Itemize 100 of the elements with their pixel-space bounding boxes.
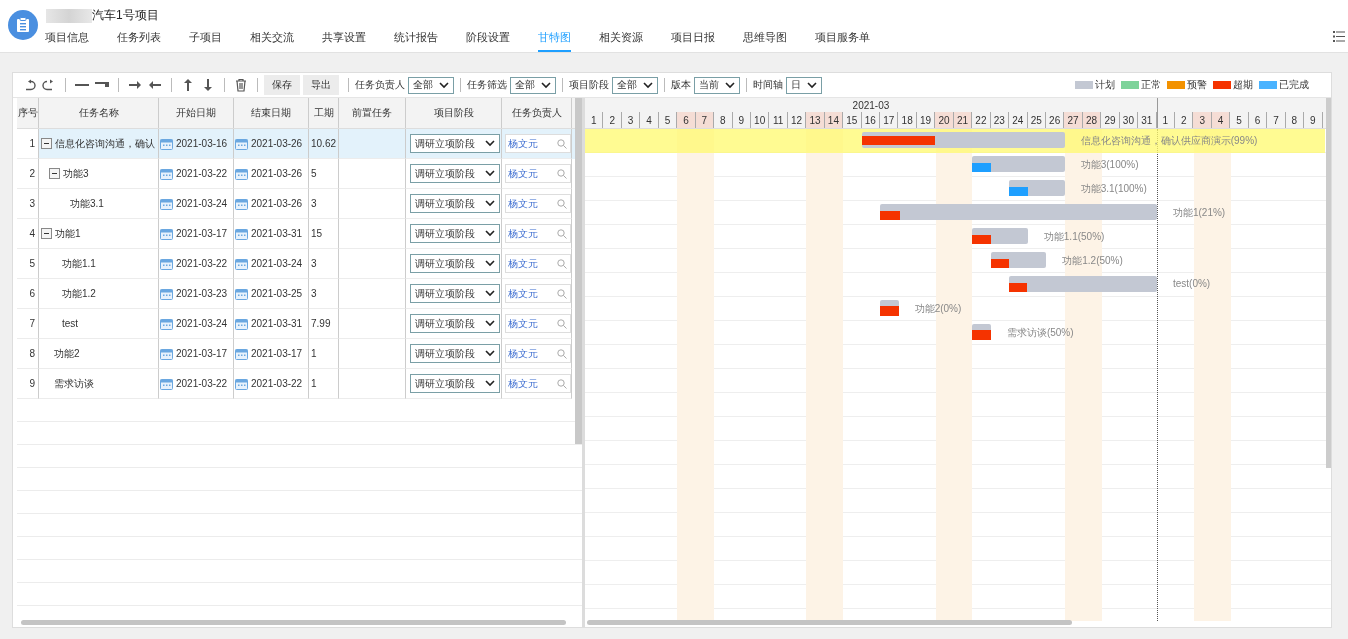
calendar-icon[interactable]	[160, 347, 173, 360]
stage-dropdown[interactable]: 调研立项阶段	[409, 314, 500, 333]
search-icon[interactable]	[557, 138, 567, 149]
calendar-icon[interactable]	[160, 377, 173, 390]
stage-dropdown[interactable]: 调研立项阶段	[409, 284, 500, 303]
plan-bar[interactable]	[972, 324, 991, 340]
owner-field[interactable]: 杨文元	[505, 194, 571, 213]
owner-field[interactable]: 杨文元	[505, 314, 571, 333]
search-icon[interactable]	[557, 378, 567, 389]
redo-icon[interactable]	[42, 78, 56, 92]
nav-tab[interactable]: 相关资源	[599, 25, 643, 52]
date-text: 2021-03-22	[176, 258, 228, 269]
duration-text: 3	[311, 258, 317, 269]
calendar-icon[interactable]	[160, 287, 173, 300]
owner-field[interactable]: 杨文元	[505, 164, 571, 183]
owner-field[interactable]: 杨文元	[505, 254, 571, 273]
stage-dropdown[interactable]: 调研立项阶段	[409, 164, 500, 183]
day-label: 10	[750, 112, 770, 128]
owner-field[interactable]: 杨文元	[505, 374, 571, 393]
plan-bar[interactable]	[1009, 276, 1157, 292]
owner-field[interactable]: 杨文元	[505, 284, 571, 303]
filter-dropdown[interactable]: 全部	[510, 76, 556, 94]
nav-tab[interactable]: 项目日报	[671, 25, 715, 52]
calendar-icon[interactable]	[235, 227, 248, 240]
owner-field[interactable]: 杨文元	[505, 224, 571, 243]
search-icon[interactable]	[557, 348, 567, 359]
row-number: 9	[29, 378, 35, 389]
day-label: 15	[843, 112, 862, 128]
nav-tab[interactable]: 相关交流	[250, 25, 294, 52]
nav-tab[interactable]: 共享设置	[322, 25, 366, 52]
right-arrow-icon[interactable]	[128, 78, 142, 92]
filter-dropdown[interactable]: 全部	[408, 76, 454, 94]
filter-dropdown[interactable]: 日	[786, 76, 822, 94]
chevron-down-icon	[484, 320, 495, 327]
calendar-icon[interactable]	[160, 257, 173, 270]
legend-label: 预警	[1187, 78, 1207, 92]
horizontal-scrollbar[interactable]	[21, 620, 566, 625]
horizontal-scrollbar[interactable]	[587, 620, 1072, 625]
search-icon[interactable]	[557, 318, 567, 329]
collapse-icon[interactable]	[41, 228, 52, 239]
search-icon[interactable]	[557, 198, 567, 209]
row-number: 8	[29, 348, 35, 359]
nav-tab[interactable]: 统计报告	[394, 25, 438, 52]
toolbar-button[interactable]: 保存	[264, 75, 300, 95]
trash-icon[interactable]	[234, 78, 248, 92]
nav-tab[interactable]: 思维导图	[743, 25, 787, 52]
search-icon[interactable]	[557, 228, 567, 239]
day-label: 7	[1267, 112, 1286, 128]
nav-tab[interactable]: 项目服务单	[815, 25, 870, 52]
filter-dropdown[interactable]: 全部	[612, 76, 658, 94]
calendar-icon[interactable]	[160, 227, 173, 240]
vertical-scrollbar[interactable]	[1326, 98, 1331, 468]
plan-bar[interactable]	[861, 132, 1065, 148]
calendar-icon[interactable]	[235, 257, 248, 270]
owner-field[interactable]: 杨文元	[505, 134, 571, 153]
stage-dropdown[interactable]: 调研立项阶段	[409, 194, 500, 213]
plan-bar[interactable]	[1009, 180, 1065, 196]
calendar-icon[interactable]	[160, 137, 173, 150]
plan-bar[interactable]	[880, 300, 899, 316]
plan-bar[interactable]	[880, 204, 1157, 220]
nav-tab[interactable]: 阶段设置	[466, 25, 510, 52]
calendar-icon[interactable]	[235, 317, 248, 330]
search-icon[interactable]	[557, 288, 567, 299]
project-title: 汽车1号项目	[92, 7, 159, 24]
plan-bar[interactable]	[990, 252, 1047, 268]
search-icon[interactable]	[557, 168, 567, 179]
calendar-icon[interactable]	[235, 347, 248, 360]
chevron-down-icon	[484, 290, 495, 297]
stage-dropdown[interactable]: 调研立项阶段	[409, 344, 500, 363]
calendar-icon[interactable]	[235, 377, 248, 390]
month-label: 2021-03	[852, 99, 890, 111]
calendar-icon[interactable]	[235, 167, 248, 180]
toolbar-button[interactable]: 导出	[303, 75, 339, 95]
calendar-icon[interactable]	[160, 167, 173, 180]
calendar-icon[interactable]	[160, 197, 173, 210]
calendar-icon[interactable]	[235, 137, 248, 150]
vertical-scrollbar[interactable]	[575, 98, 582, 444]
stage-dropdown[interactable]: 调研立项阶段	[409, 134, 500, 153]
calendar-icon[interactable]	[235, 197, 248, 210]
stage-dropdown[interactable]: 调研立项阶段	[409, 224, 500, 243]
nav-tab[interactable]: 子项目	[189, 25, 222, 52]
plan-bar[interactable]	[972, 156, 1065, 172]
nav-tab[interactable]: 任务列表	[117, 25, 161, 52]
filter-dropdown[interactable]: 当前	[694, 76, 740, 94]
list-menu-icon[interactable]	[1333, 31, 1345, 42]
bar-label: 功能2(0%)	[914, 302, 962, 316]
collapse-icon[interactable]	[49, 168, 60, 179]
search-icon[interactable]	[557, 258, 567, 269]
stage-dropdown[interactable]: 调研立项阶段	[409, 254, 500, 273]
plan-bar[interactable]	[972, 228, 1028, 244]
calendar-icon[interactable]	[160, 317, 173, 330]
collapse-icon[interactable]	[41, 138, 52, 149]
nav-tab[interactable]: 项目信息	[45, 25, 89, 52]
column-header: 任务负责人	[502, 98, 572, 128]
day-label: 31	[1138, 112, 1157, 128]
calendar-icon[interactable]	[235, 287, 248, 300]
selected-row-highlight[interactable]: 信息化咨询沟通，确认供应商演示(99%)	[585, 129, 1325, 153]
chevron-down-icon	[484, 170, 495, 177]
owner-field[interactable]: 杨文元	[505, 344, 571, 363]
stage-dropdown[interactable]: 调研立项阶段	[409, 374, 500, 393]
